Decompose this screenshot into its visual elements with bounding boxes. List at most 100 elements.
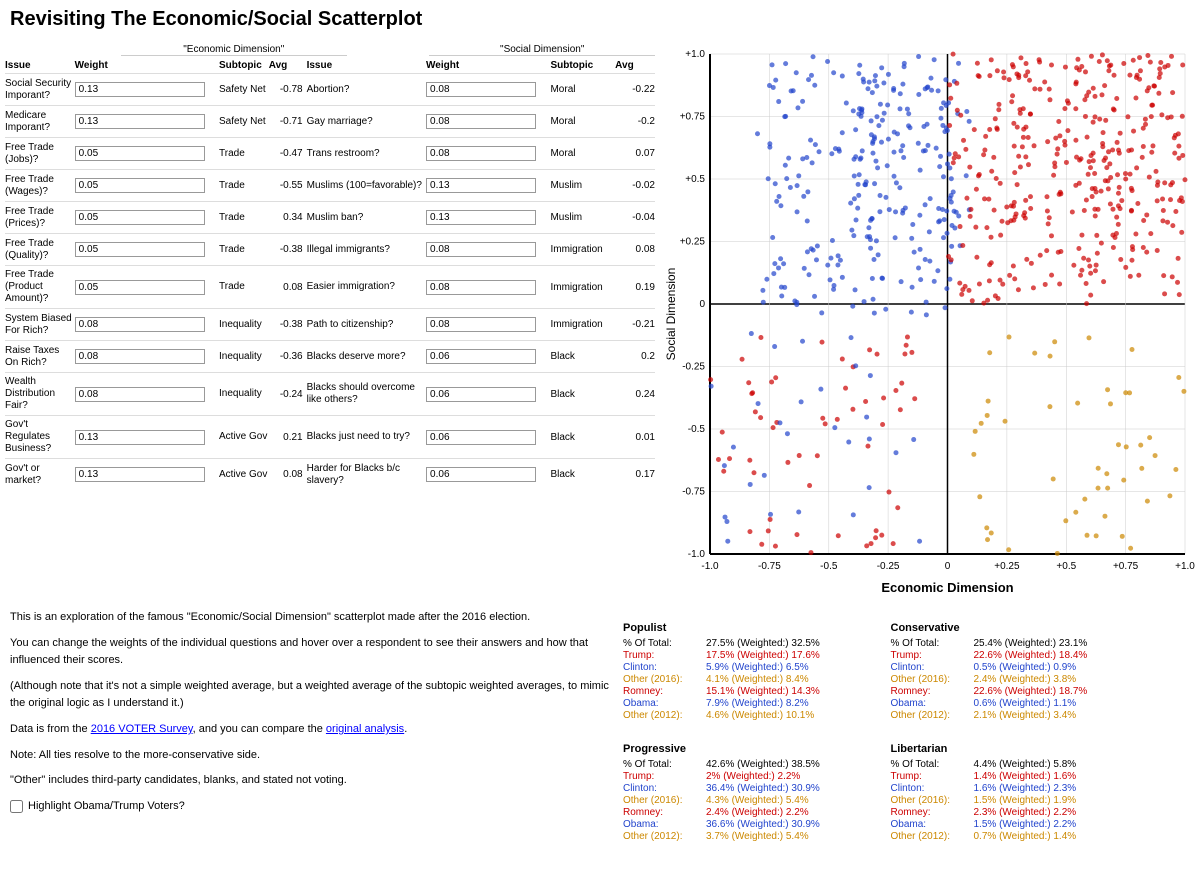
- weight2-input-0[interactable]: [426, 82, 536, 97]
- cell-weight2-1[interactable]: [426, 114, 550, 129]
- cell-weight2-5[interactable]: [426, 242, 550, 257]
- scatter-dot: [1091, 120, 1096, 125]
- cell-weight2-4[interactable]: [426, 210, 550, 225]
- weight1-input-11[interactable]: [75, 467, 205, 482]
- weight1-input-0[interactable]: [75, 82, 205, 97]
- scatter-dot: [1010, 62, 1015, 67]
- scatter-dot: [836, 533, 841, 538]
- scatter-dot: [918, 247, 923, 252]
- cell-weight2-11[interactable]: [426, 467, 550, 482]
- quadrant-data-row: Romney:2.4% (Weighted:) 2.2%: [623, 807, 870, 818]
- scatter-dot: [1042, 80, 1047, 85]
- scatter-dot: [1099, 189, 1104, 194]
- cell-avg1-6: 0.08: [269, 282, 307, 293]
- cell-weight1-5[interactable]: [75, 242, 219, 257]
- weight2-input-6[interactable]: [426, 280, 536, 295]
- weight2-input-10[interactable]: [426, 430, 536, 445]
- weight1-input-4[interactable]: [75, 210, 205, 225]
- scatter-dot: [796, 173, 801, 178]
- scatter-dot: [874, 114, 879, 119]
- desc-p4-suffix: .: [404, 723, 407, 735]
- weight2-input-8[interactable]: [426, 349, 536, 364]
- highlight-checkbox[interactable]: [10, 800, 23, 813]
- populist-rows: % Of Total:27.5% (Weighted:) 32.5%Trump:…: [623, 638, 870, 721]
- weight1-input-1[interactable]: [75, 114, 205, 129]
- scatter-dot: [928, 76, 933, 81]
- scatter-dot: [1144, 250, 1149, 255]
- cell-weight2-6[interactable]: [426, 280, 550, 295]
- weight2-input-1[interactable]: [426, 114, 536, 129]
- weight2-input-7[interactable]: [426, 317, 536, 332]
- quadrant-data-row: Trump:1.4% (Weighted:) 1.6%: [891, 771, 1138, 782]
- q-val: 3.7% (Weighted:) 5.4%: [706, 831, 809, 842]
- y-axis-label: Social Dimension: [665, 268, 678, 361]
- cell-weight1-0[interactable]: [75, 82, 219, 97]
- weight2-input-3[interactable]: [426, 178, 536, 193]
- weight1-input-9[interactable]: [75, 387, 205, 402]
- scatter-dot: [761, 300, 766, 305]
- weight1-input-3[interactable]: [75, 178, 205, 193]
- cell-weight2-3[interactable]: [426, 178, 550, 193]
- cell-weight2-8[interactable]: [426, 349, 550, 364]
- cell-weight1-10[interactable]: [75, 430, 219, 445]
- weight1-input-6[interactable]: [75, 280, 205, 295]
- q-val: 7.9% (Weighted:) 8.2%: [706, 698, 809, 709]
- scatter-dot: [957, 281, 962, 286]
- weight1-input-8[interactable]: [75, 349, 205, 364]
- scatter-dot: [1112, 73, 1117, 78]
- original-analysis-link[interactable]: original analysis: [326, 723, 404, 735]
- weight1-input-10[interactable]: [75, 430, 205, 445]
- scatter-dot: [984, 225, 989, 230]
- weight2-input-5[interactable]: [426, 242, 536, 257]
- scatter-dot: [895, 131, 900, 136]
- scatter-dot: [1002, 75, 1007, 80]
- cell-weight2-10[interactable]: [426, 430, 550, 445]
- cell-subtopic2-5: Immigration: [550, 244, 615, 255]
- q-label: Other (2012):: [891, 710, 971, 721]
- scatter-dot: [860, 148, 865, 153]
- scatter-dot: [873, 535, 878, 540]
- scatter-dot: [1160, 218, 1165, 223]
- weight1-input-5[interactable]: [75, 242, 205, 257]
- cell-weight1-7[interactable]: [75, 317, 219, 332]
- ytick-n0.25: -0.25: [682, 362, 705, 373]
- scatter-dot: [1023, 198, 1028, 203]
- weight1-input-2[interactable]: [75, 146, 205, 161]
- cell-weight2-9[interactable]: [426, 387, 550, 402]
- scatter-dot: [868, 373, 873, 378]
- cell-subtopic1-8: Inequality: [219, 351, 269, 363]
- scatter-dot: [1011, 264, 1016, 269]
- cell-weight1-3[interactable]: [75, 178, 219, 193]
- cell-weight1-8[interactable]: [75, 349, 219, 364]
- q-val: 1.5% (Weighted:) 2.2%: [974, 819, 1077, 830]
- scatter-dot: [831, 287, 836, 292]
- scatter-dot: [892, 150, 897, 155]
- scatter-dot: [818, 387, 823, 392]
- cell-weight1-6[interactable]: [75, 280, 219, 295]
- q-label: Obama:: [891, 698, 971, 709]
- cell-weight1-2[interactable]: [75, 146, 219, 161]
- weight2-input-9[interactable]: [426, 387, 536, 402]
- cell-weight1-1[interactable]: [75, 114, 219, 129]
- cell-weight2-2[interactable]: [426, 146, 550, 161]
- scatter-dot: [984, 525, 989, 530]
- scatter-dot: [870, 151, 875, 156]
- cell-weight1-11[interactable]: [75, 467, 219, 482]
- cell-weight1-9[interactable]: [75, 387, 219, 402]
- scatter-dot: [771, 271, 776, 276]
- q-val: 2.4% (Weighted:) 3.8%: [974, 674, 1077, 685]
- scatter-dot: [982, 148, 987, 153]
- scatter-dot: [1038, 253, 1043, 258]
- ytick-0.5: +0.5: [685, 174, 705, 185]
- weight2-input-11[interactable]: [426, 467, 536, 482]
- weight2-input-4[interactable]: [426, 210, 536, 225]
- quadrant-data-row: Romney:2.3% (Weighted:) 2.2%: [891, 807, 1138, 818]
- weight2-input-2[interactable]: [426, 146, 536, 161]
- cell-weight2-0[interactable]: [426, 82, 550, 97]
- voter-survey-link[interactable]: 2016 VOTER Survey: [91, 723, 193, 735]
- scatter-dot: [1091, 158, 1096, 163]
- scatter-dot: [1170, 180, 1175, 185]
- cell-weight2-7[interactable]: [426, 317, 550, 332]
- weight1-input-7[interactable]: [75, 317, 205, 332]
- cell-weight1-4[interactable]: [75, 210, 219, 225]
